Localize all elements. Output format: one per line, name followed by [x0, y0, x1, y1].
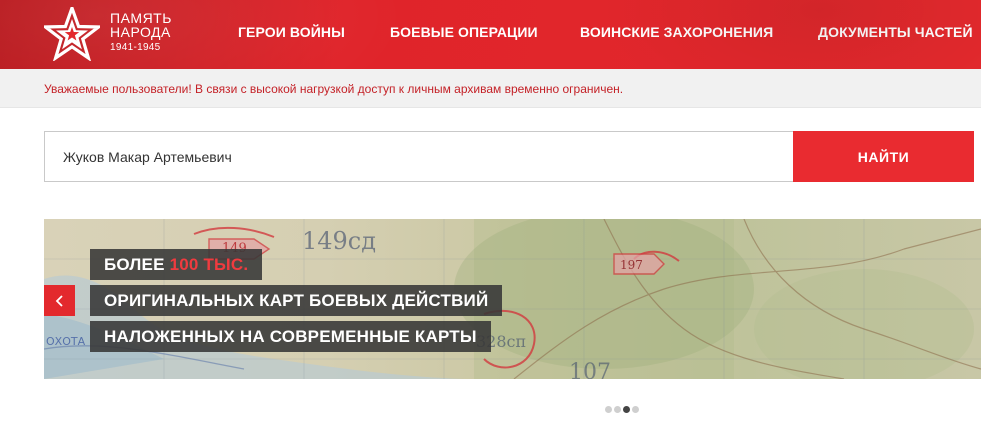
- carousel-prev-button[interactable]: [44, 285, 75, 316]
- logo-line-1: ПАМЯТЬ: [110, 10, 172, 26]
- site-header: ПАМЯТЬ НАРОДА 1941-1945 ГЕРОИ ВОЙНЫ БОЕВ…: [0, 0, 981, 69]
- map-label-107: 107: [569, 360, 611, 379]
- banner-line-1-prefix: БОЛЕЕ: [104, 255, 170, 274]
- nav-item-documents[interactable]: ДОКУМЕНТЫ ЧАСТЕЙ: [818, 24, 973, 40]
- search-box: [44, 131, 794, 182]
- carousel-dot[interactable]: [632, 406, 639, 413]
- banner-highlight: 100 ТЫС.: [169, 255, 249, 274]
- banner-line-1: БОЛЕЕ 100 ТЫС.: [90, 249, 263, 280]
- banner-line-2: ОРИГИНАЛЬНЫХ КАРТ БОЕВЫХ ДЕЙСТВИЙ: [90, 285, 503, 316]
- chevron-left-icon: [55, 294, 63, 307]
- promo-banner[interactable]: 149 149сд 197 328сп 107 ОХОТА БОЛЕЕ 100 …: [44, 219, 981, 379]
- search-button[interactable]: НАЙТИ: [793, 131, 974, 182]
- carousel-dot[interactable]: [623, 406, 630, 413]
- search-input[interactable]: [45, 132, 793, 181]
- carousel-dot[interactable]: [614, 406, 621, 413]
- notice-text: Уважаемые пользователи! В связи с высоко…: [44, 82, 624, 96]
- main-nav: ГЕРОИ ВОЙНЫ БОЕВЫЕ ОПЕРАЦИИ ВОИНСКИЕ ЗАХ…: [0, 24, 981, 44]
- map-label-197: 197: [620, 258, 643, 272]
- nav-item-operations[interactable]: БОЕВЫЕ ОПЕРАЦИИ: [390, 24, 538, 40]
- nav-item-burials[interactable]: ВОИНСКИЕ ЗАХОРОНЕНИЯ: [580, 24, 773, 40]
- nav-item-heroes[interactable]: ГЕРОИ ВОЙНЫ: [238, 24, 345, 40]
- carousel-dot[interactable]: [605, 406, 612, 413]
- notice-bar: Уважаемые пользователи! В связи с высоко…: [0, 69, 981, 108]
- map-label-okhota: ОХОТА: [46, 335, 86, 348]
- banner-line-3: НАЛОЖЕННЫХ НА СОВРЕМЕННЫЕ КАРТЫ: [90, 321, 491, 352]
- carousel-dots: [605, 406, 655, 414]
- map-label-149sd: 149сд: [302, 227, 376, 255]
